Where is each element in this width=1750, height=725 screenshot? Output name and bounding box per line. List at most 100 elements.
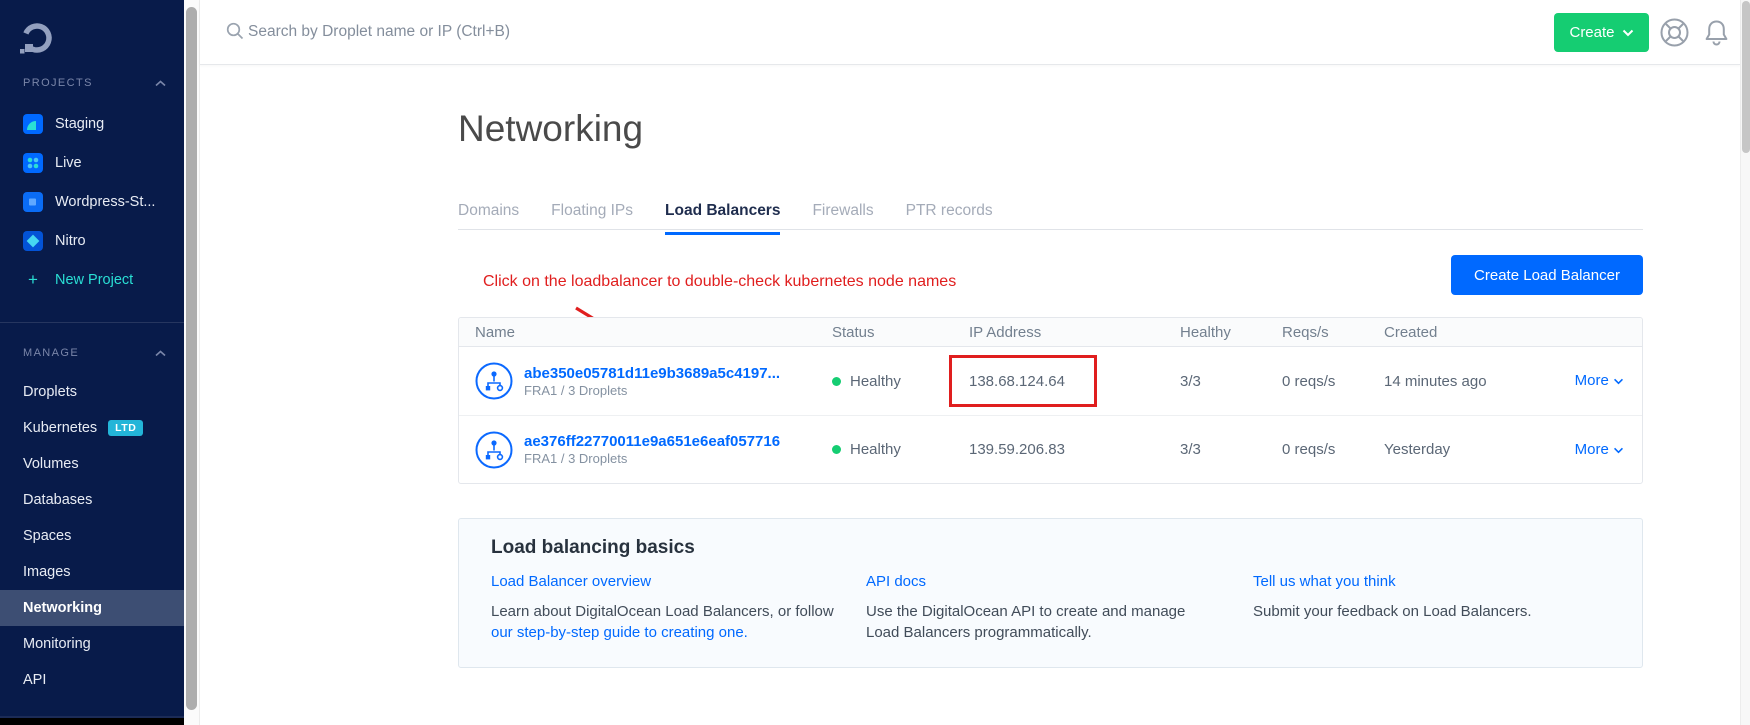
column-header-ip: IP Address: [969, 324, 1180, 341]
reqs-value: 0 reqs/s: [1282, 373, 1384, 390]
sidebar-item-label: Wordpress-St...: [55, 194, 155, 210]
sidebar-item-images[interactable]: Images: [0, 554, 184, 590]
page-scrollbar[interactable]: [1740, 0, 1750, 725]
wordpress-project-icon: [23, 192, 43, 212]
sidebar-item-databases[interactable]: Databases: [0, 482, 184, 518]
basics-title: Load balancing basics: [491, 537, 695, 559]
sidebar-item-label: Monitoring: [23, 636, 91, 652]
chevron-down-icon: [1622, 29, 1634, 37]
column-header-status: Status: [832, 324, 969, 341]
sidebar-item-volumes[interactable]: Volumes: [0, 446, 184, 482]
create-button-label: Create: [1569, 24, 1614, 41]
more-menu-button[interactable]: More: [1575, 372, 1624, 389]
chevron-down-icon: [1613, 378, 1624, 385]
create-button[interactable]: Create: [1554, 13, 1649, 52]
ltd-badge: LTD: [108, 420, 143, 436]
load-balancing-basics-panel: Load balancing basics Load Balancer over…: [458, 518, 1643, 668]
load-balancer-region: FRA1 / 3 Droplets: [524, 451, 780, 467]
created-value: 14 minutes ago: [1384, 373, 1566, 390]
ip-address-value: 138.68.124.64: [969, 373, 1180, 390]
sidebar-item-label: Images: [23, 564, 71, 580]
sidebar-item-staging[interactable]: Staging: [0, 104, 184, 143]
page-scrollbar-thumb[interactable]: [1742, 1, 1750, 153]
tab-load-balancers[interactable]: Load Balancers: [665, 202, 780, 235]
tab-floating-ips[interactable]: Floating IPs: [551, 202, 633, 235]
main-area: Create Networking Domains Floating IPs L…: [200, 0, 1740, 725]
load-balancer-name-link[interactable]: ae376ff22770011e9a651e6eaf057716: [524, 432, 780, 451]
healthy-count-value: 3/3: [1180, 373, 1282, 390]
column-header-name: Name: [459, 324, 832, 341]
sidebar-scrollbar[interactable]: [184, 0, 200, 725]
sidebar-item-spaces[interactable]: Spaces: [0, 518, 184, 554]
networking-tabs: Domains Floating IPs Load Balancers Fire…: [458, 202, 993, 235]
sidebar-item-label: Droplets: [23, 384, 77, 400]
basics-text: Submit your feedback on Load Balancers.: [1253, 601, 1623, 622]
projects-collapse-icon[interactable]: [155, 80, 166, 87]
sidebar-item-networking[interactable]: Networking: [0, 590, 184, 626]
manage-section-header: MANAGE: [23, 346, 166, 360]
sidebar: PROJECTS Staging Live Wordpr: [0, 0, 184, 725]
load-balancer-region: FRA1 / 3 Droplets: [524, 383, 780, 399]
more-menu-button[interactable]: More: [1575, 441, 1624, 458]
new-project-label: New Project: [55, 272, 133, 288]
sidebar-item-kubernetes[interactable]: Kubernetes LTD: [0, 410, 184, 446]
tab-domains[interactable]: Domains: [458, 202, 519, 235]
load-balancers-table: Name Status IP Address Healthy Reqs/s Cr…: [458, 317, 1643, 484]
tab-firewalls[interactable]: Firewalls: [812, 202, 873, 235]
create-load-balancer-button[interactable]: Create Load Balancer: [1451, 255, 1643, 295]
sidebar-item-droplets[interactable]: Droplets: [0, 374, 184, 410]
sidebar-item-wordpress[interactable]: Wordpress-St...: [0, 182, 184, 221]
load-balancer-icon: [475, 431, 513, 469]
sidebar-item-label: Spaces: [23, 528, 71, 544]
load-balancer-name-link[interactable]: abe350e05781d11e9b3689a5c4197...: [524, 364, 780, 383]
manage-collapse-icon[interactable]: [155, 350, 166, 357]
search-icon: [226, 22, 244, 40]
sidebar-item-label: Nitro: [55, 233, 86, 249]
manage-header-label: MANAGE: [23, 347, 79, 359]
ip-address-value: 139.59.206.83: [969, 441, 1180, 458]
sidebar-scrollbar-thumb[interactable]: [186, 7, 197, 710]
basics-text: Use the DigitalOcean API to create and m…: [866, 601, 1211, 643]
step-by-step-guide-link[interactable]: our step-by-step guide to creating one.: [491, 624, 748, 641]
sidebar-item-label: Live: [55, 155, 82, 171]
page-title: Networking: [458, 108, 643, 150]
sidebar-item-label: Volumes: [23, 456, 79, 472]
sidebar-item-new-project[interactable]: + New Project: [0, 260, 184, 299]
topbar: Create: [200, 0, 1740, 65]
sidebar-divider: [0, 322, 184, 323]
healthy-status-dot: [832, 377, 841, 386]
live-project-icon: [23, 153, 43, 173]
table-row[interactable]: ae376ff22770011e9a651e6eaf057716 FRA1 / …: [459, 415, 1642, 483]
sidebar-item-label: Kubernetes: [23, 420, 97, 436]
notifications-bell-icon[interactable]: [1700, 16, 1733, 49]
status-value: Healthy: [850, 441, 901, 458]
api-docs-link[interactable]: API docs: [866, 573, 926, 590]
healthy-count-value: 3/3: [1180, 441, 1282, 458]
load-balancer-icon: [475, 362, 513, 400]
status-value: Healthy: [850, 373, 901, 390]
basics-text: Learn about DigitalOcean Load Balancers,…: [491, 603, 834, 620]
healthy-status-dot: [832, 445, 841, 454]
projects-list: Staging Live Wordpress-St... Nitro: [0, 104, 184, 299]
column-header-healthy: Healthy: [1180, 324, 1282, 341]
column-header-created: Created: [1384, 324, 1566, 341]
digitalocean-logo[interactable]: [18, 20, 56, 58]
projects-section-header: PROJECTS: [23, 76, 166, 90]
tab-ptr-records[interactable]: PTR records: [906, 202, 993, 235]
table-row[interactable]: abe350e05781d11e9b3689a5c4197... FRA1 / …: [459, 347, 1642, 415]
nitro-project-icon: [23, 231, 43, 251]
feedback-link[interactable]: Tell us what you think: [1253, 573, 1396, 590]
staging-project-icon: [23, 114, 43, 134]
plus-icon: +: [23, 270, 43, 290]
table-header-row: Name Status IP Address Healthy Reqs/s Cr…: [459, 318, 1642, 347]
sidebar-item-api[interactable]: API: [0, 662, 184, 698]
load-balancer-overview-link[interactable]: Load Balancer overview: [491, 573, 651, 590]
sidebar-item-monitoring[interactable]: Monitoring: [0, 626, 184, 662]
sidebar-item-nitro[interactable]: Nitro: [0, 221, 184, 260]
sidebar-item-label: Databases: [23, 492, 92, 508]
tabs-divider: [458, 229, 1643, 230]
sidebar-item-live[interactable]: Live: [0, 143, 184, 182]
sidebar-item-label: Staging: [55, 116, 104, 132]
help-icon[interactable]: [1658, 16, 1691, 49]
search-input[interactable]: [248, 14, 948, 50]
